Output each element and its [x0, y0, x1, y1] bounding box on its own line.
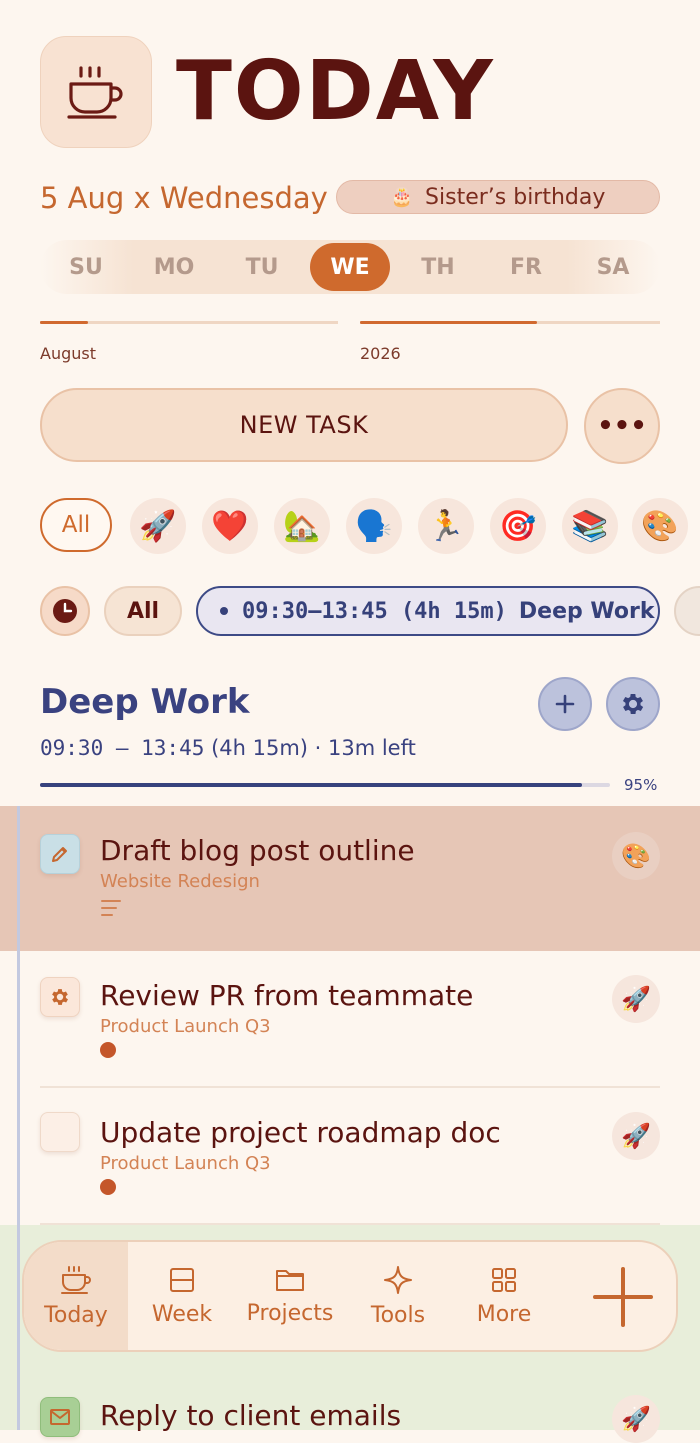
time-block-subtitle: 09:30 — 13:45 (4h 15m) · 13m left	[40, 736, 416, 760]
nav-tools[interactable]: Tools	[348, 1242, 448, 1350]
nav-today[interactable]: Today	[24, 1242, 128, 1350]
time-filter-all[interactable]: All	[104, 586, 182, 636]
event-badge[interactable]: 🎂 Sister’s birthday	[336, 180, 660, 214]
notes-lines-icon	[100, 898, 122, 922]
pencil-icon	[52, 847, 67, 862]
gear-icon	[52, 989, 68, 1005]
sparkle-icon	[384, 1265, 412, 1294]
task-title: Update project roadmap doc	[100, 1116, 501, 1149]
coffee-cup-icon	[67, 66, 123, 119]
folder-icon	[276, 1269, 304, 1291]
time-block-chip-next[interactable]	[674, 586, 700, 636]
plus-icon	[593, 1267, 653, 1327]
bottom-navigation: Today Week Projects Tools More	[22, 1240, 678, 1352]
nav-label: Tools	[370, 1302, 426, 1328]
day-sa[interactable]: SA	[573, 243, 653, 291]
day-su[interactable]: SU	[46, 243, 126, 291]
category-palette-icon[interactable]: 🎨	[632, 498, 688, 554]
category-heart-icon[interactable]: ❤️	[202, 498, 258, 554]
time-block-title: Deep Work	[40, 682, 250, 722]
nav-label: More	[476, 1301, 532, 1327]
day-we[interactable]: WE	[310, 243, 390, 291]
time-block-chip-name: Deep Work	[518, 598, 655, 624]
app-icon	[40, 36, 152, 148]
nav-label: Week	[151, 1301, 213, 1327]
task-title: Reply to client emails	[100, 1399, 402, 1432]
gear-icon	[622, 693, 644, 715]
task-category-palette-icon: 🎨	[612, 832, 660, 880]
task-category-rocket-icon: 🚀	[612, 1395, 660, 1443]
priority-dot-icon	[100, 1179, 116, 1195]
task-category-rocket-icon: 🚀	[612, 1112, 660, 1160]
day-mo[interactable]: MO	[134, 243, 214, 291]
year-label: 2026	[360, 344, 401, 363]
month-progress-track	[40, 321, 338, 324]
nav-projects[interactable]: Projects	[240, 1242, 340, 1350]
nav-label: Today	[44, 1302, 108, 1328]
task-status-button[interactable]	[40, 1397, 80, 1437]
task-row[interactable]: Draft blog post outline Website Redesign…	[0, 806, 700, 951]
timeline-rail	[17, 1088, 20, 1225]
time-block-chip-deep-work[interactable]: 09:30–13:45 (4h 15m) Deep Work	[196, 586, 660, 636]
time-filter-clock-button[interactable]	[40, 586, 90, 636]
day-tu[interactable]: TU	[222, 243, 302, 291]
task-checkbox[interactable]	[40, 1112, 80, 1152]
clock-icon	[53, 599, 77, 623]
category-house-icon[interactable]: 🏡	[274, 498, 330, 554]
task-project: Product Launch Q3	[100, 1153, 271, 1174]
task-status-button[interactable]	[40, 977, 80, 1017]
cake-icon: 🎂	[390, 186, 414, 208]
ellipsis-icon: •••	[597, 411, 647, 441]
time-block-details: (4h 15m) · 13m left	[211, 736, 416, 760]
time-block-progress-track	[40, 783, 610, 787]
task-status-button[interactable]	[40, 834, 80, 874]
task-project: Website Redesign	[100, 871, 260, 892]
category-filter-all[interactable]: All	[40, 498, 112, 552]
time-block-range: 09:30 — 13:45	[40, 736, 205, 760]
add-to-block-button[interactable]	[538, 677, 592, 731]
plus-icon	[555, 694, 575, 714]
task-category-rocket-icon: 🚀	[612, 975, 660, 1023]
priority-dot-icon	[100, 1042, 116, 1058]
category-rocket-icon[interactable]: 🚀	[130, 498, 186, 554]
day-th[interactable]: TH	[398, 243, 478, 291]
grid-icon	[492, 1267, 516, 1292]
task-title: Review PR from teammate	[100, 979, 474, 1012]
task-row[interactable]: Review PR from teammate Product Launch Q…	[0, 951, 700, 1088]
category-speaking-head-icon[interactable]: 🗣️	[346, 498, 402, 554]
month-label: August	[40, 344, 96, 363]
year-progress-fill	[360, 321, 537, 324]
month-progress-fill	[40, 321, 88, 324]
calendar-week-icon	[170, 1267, 194, 1292]
task-row[interactable]: Update project roadmap doc Product Launc…	[0, 1088, 700, 1225]
nav-more[interactable]: More	[454, 1242, 554, 1350]
page-title: TODAY	[176, 44, 495, 139]
nav-label: Projects	[246, 1300, 334, 1326]
timeline-rail	[17, 951, 20, 1088]
active-dot	[220, 607, 228, 615]
category-books-icon[interactable]: 📚	[562, 498, 618, 554]
week-day-selector: SU MO TU WE TH FR SA	[40, 240, 660, 294]
time-block-progress-label: 95%	[624, 776, 658, 794]
time-block-progress-fill	[40, 783, 582, 787]
category-runner-icon[interactable]: 🏃	[418, 498, 474, 554]
more-options-button[interactable]: •••	[584, 388, 660, 464]
nav-week[interactable]: Week	[132, 1242, 232, 1350]
add-task-fab[interactable]	[588, 1262, 658, 1332]
date-label: 5 Aug x Wednesday	[40, 181, 328, 215]
task-project: Product Launch Q3	[100, 1016, 271, 1037]
timeline-rail	[17, 1225, 20, 1430]
timeline-rail	[17, 806, 20, 951]
new-task-button[interactable]: NEW TASK	[40, 388, 568, 462]
time-block-chip-time: 09:30–13:45 (4h 15m)	[242, 598, 507, 624]
category-target-icon[interactable]: 🎯	[490, 498, 546, 554]
year-progress-track	[360, 321, 660, 324]
event-label: Sister’s birthday	[425, 184, 606, 210]
coffee-cup-icon	[61, 1265, 91, 1294]
envelope-icon	[50, 1409, 70, 1425]
task-title: Draft blog post outline	[100, 834, 415, 867]
block-settings-button[interactable]	[606, 677, 660, 731]
day-fr[interactable]: FR	[486, 243, 566, 291]
